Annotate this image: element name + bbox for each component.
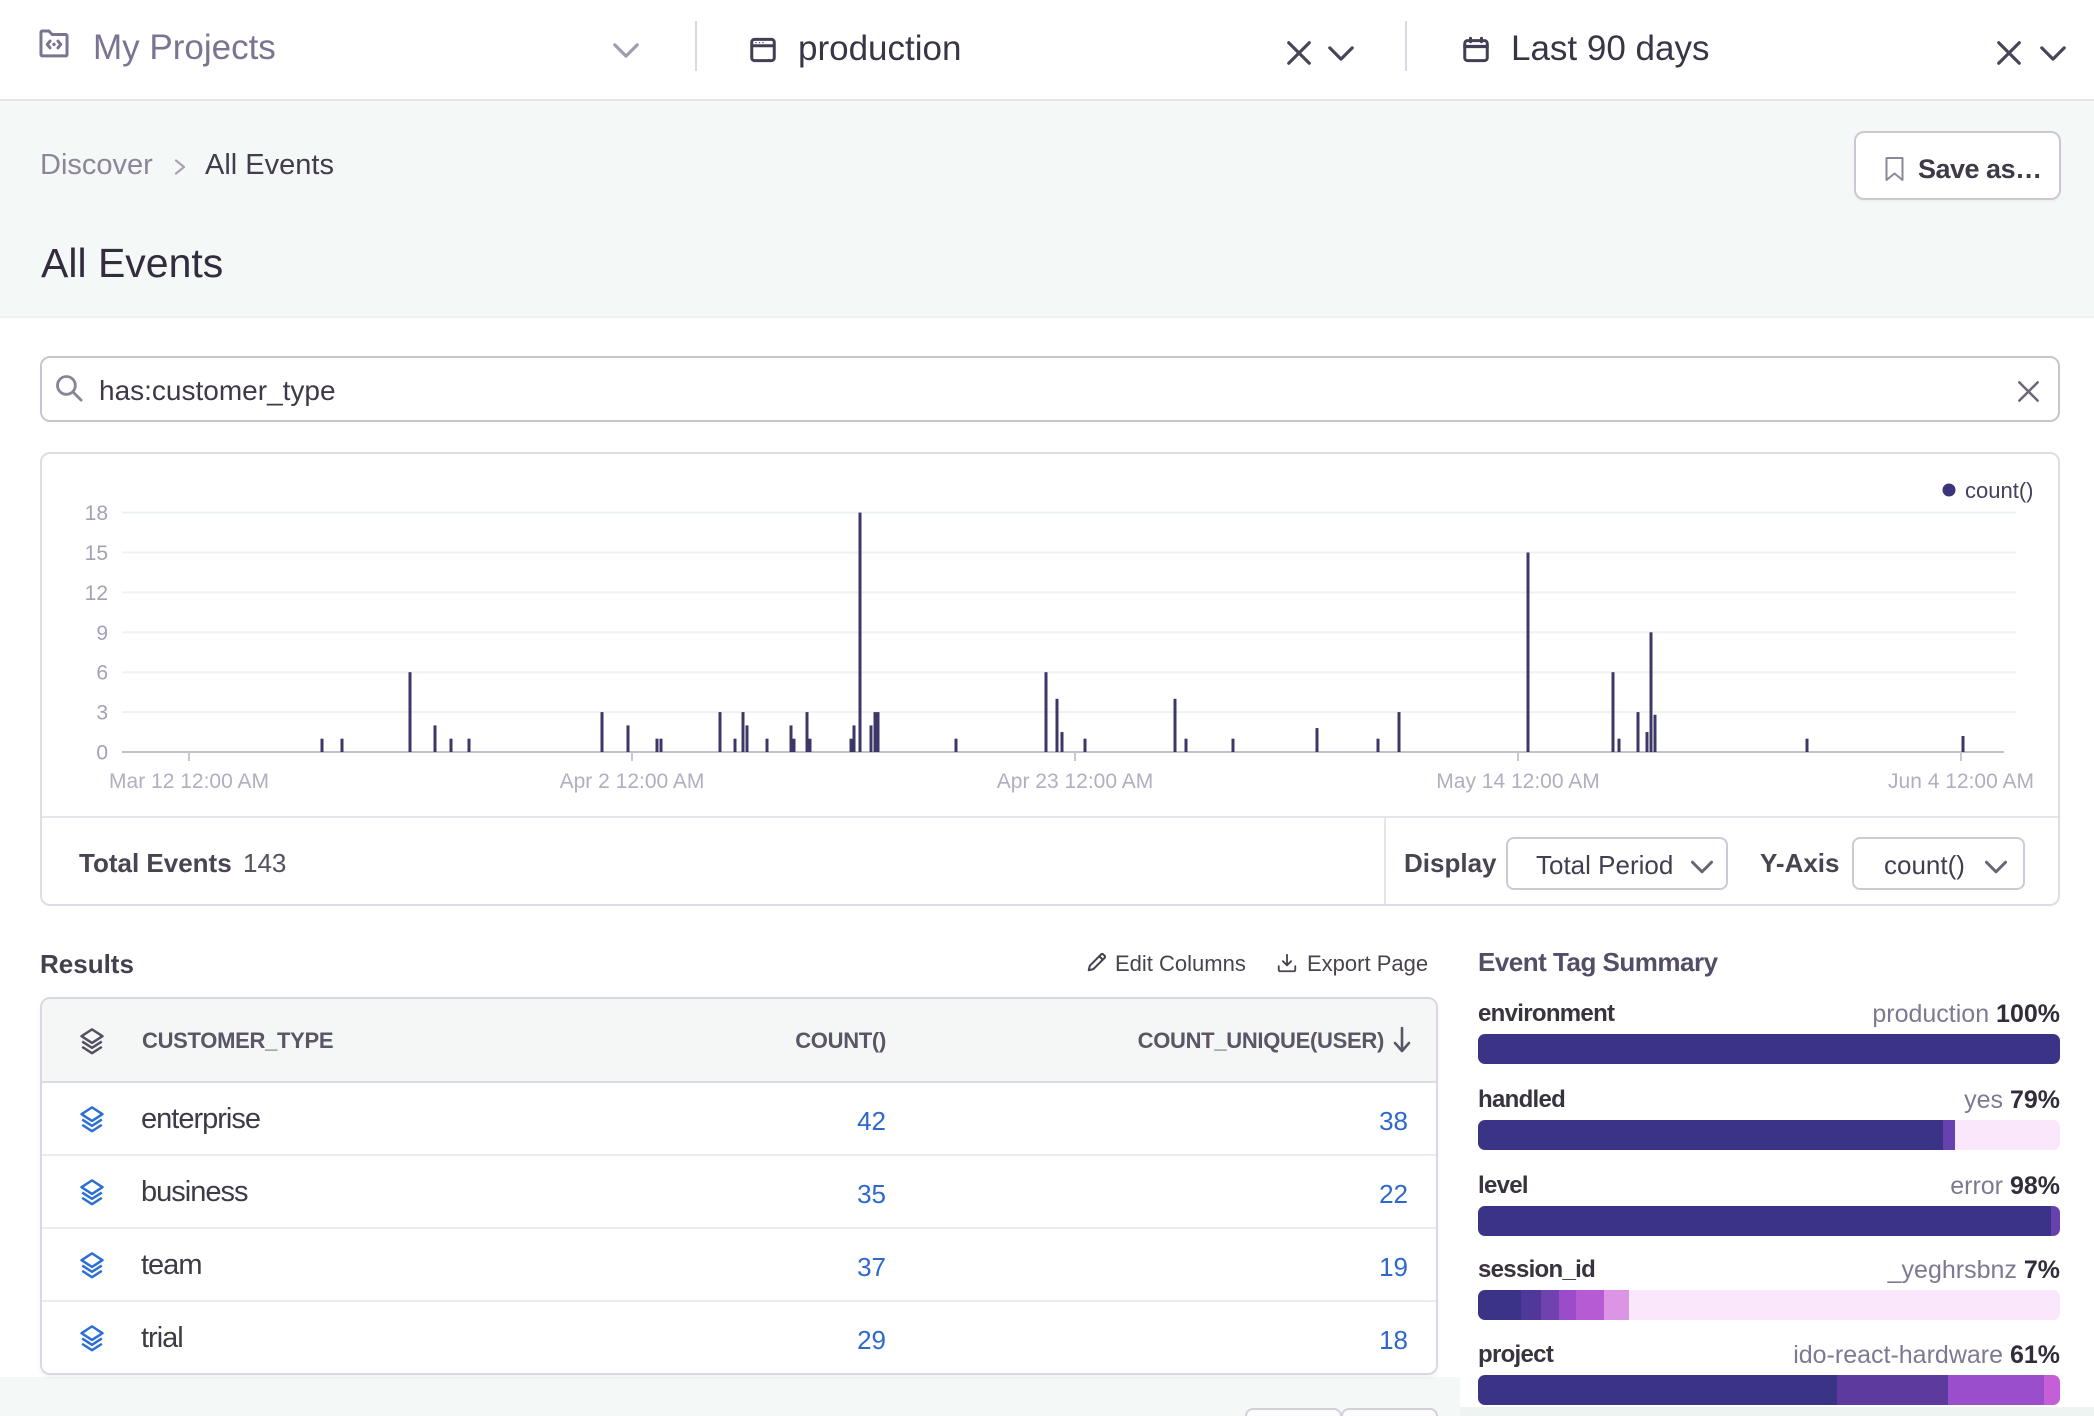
svg-text:3: 3 bbox=[96, 702, 108, 725]
svg-text:Apr 23 12:00 AM: Apr 23 12:00 AM bbox=[997, 770, 1153, 793]
svg-text:0: 0 bbox=[96, 742, 108, 765]
svg-text:Apr 2 12:00 AM: Apr 2 12:00 AM bbox=[560, 770, 705, 793]
svg-text:15: 15 bbox=[85, 542, 108, 565]
svg-text:18: 18 bbox=[85, 502, 108, 525]
svg-text:9: 9 bbox=[96, 622, 108, 645]
svg-text:Mar 12 12:00 AM: Mar 12 12:00 AM bbox=[109, 770, 269, 793]
svg-text:May 14 12:00 AM: May 14 12:00 AM bbox=[1436, 770, 1599, 793]
svg-text:count(): count() bbox=[1965, 478, 2033, 503]
svg-text:Jun 4 12:00 AM: Jun 4 12:00 AM bbox=[1888, 770, 2034, 793]
svg-text:6: 6 bbox=[96, 662, 108, 685]
svg-text:12: 12 bbox=[85, 582, 108, 605]
